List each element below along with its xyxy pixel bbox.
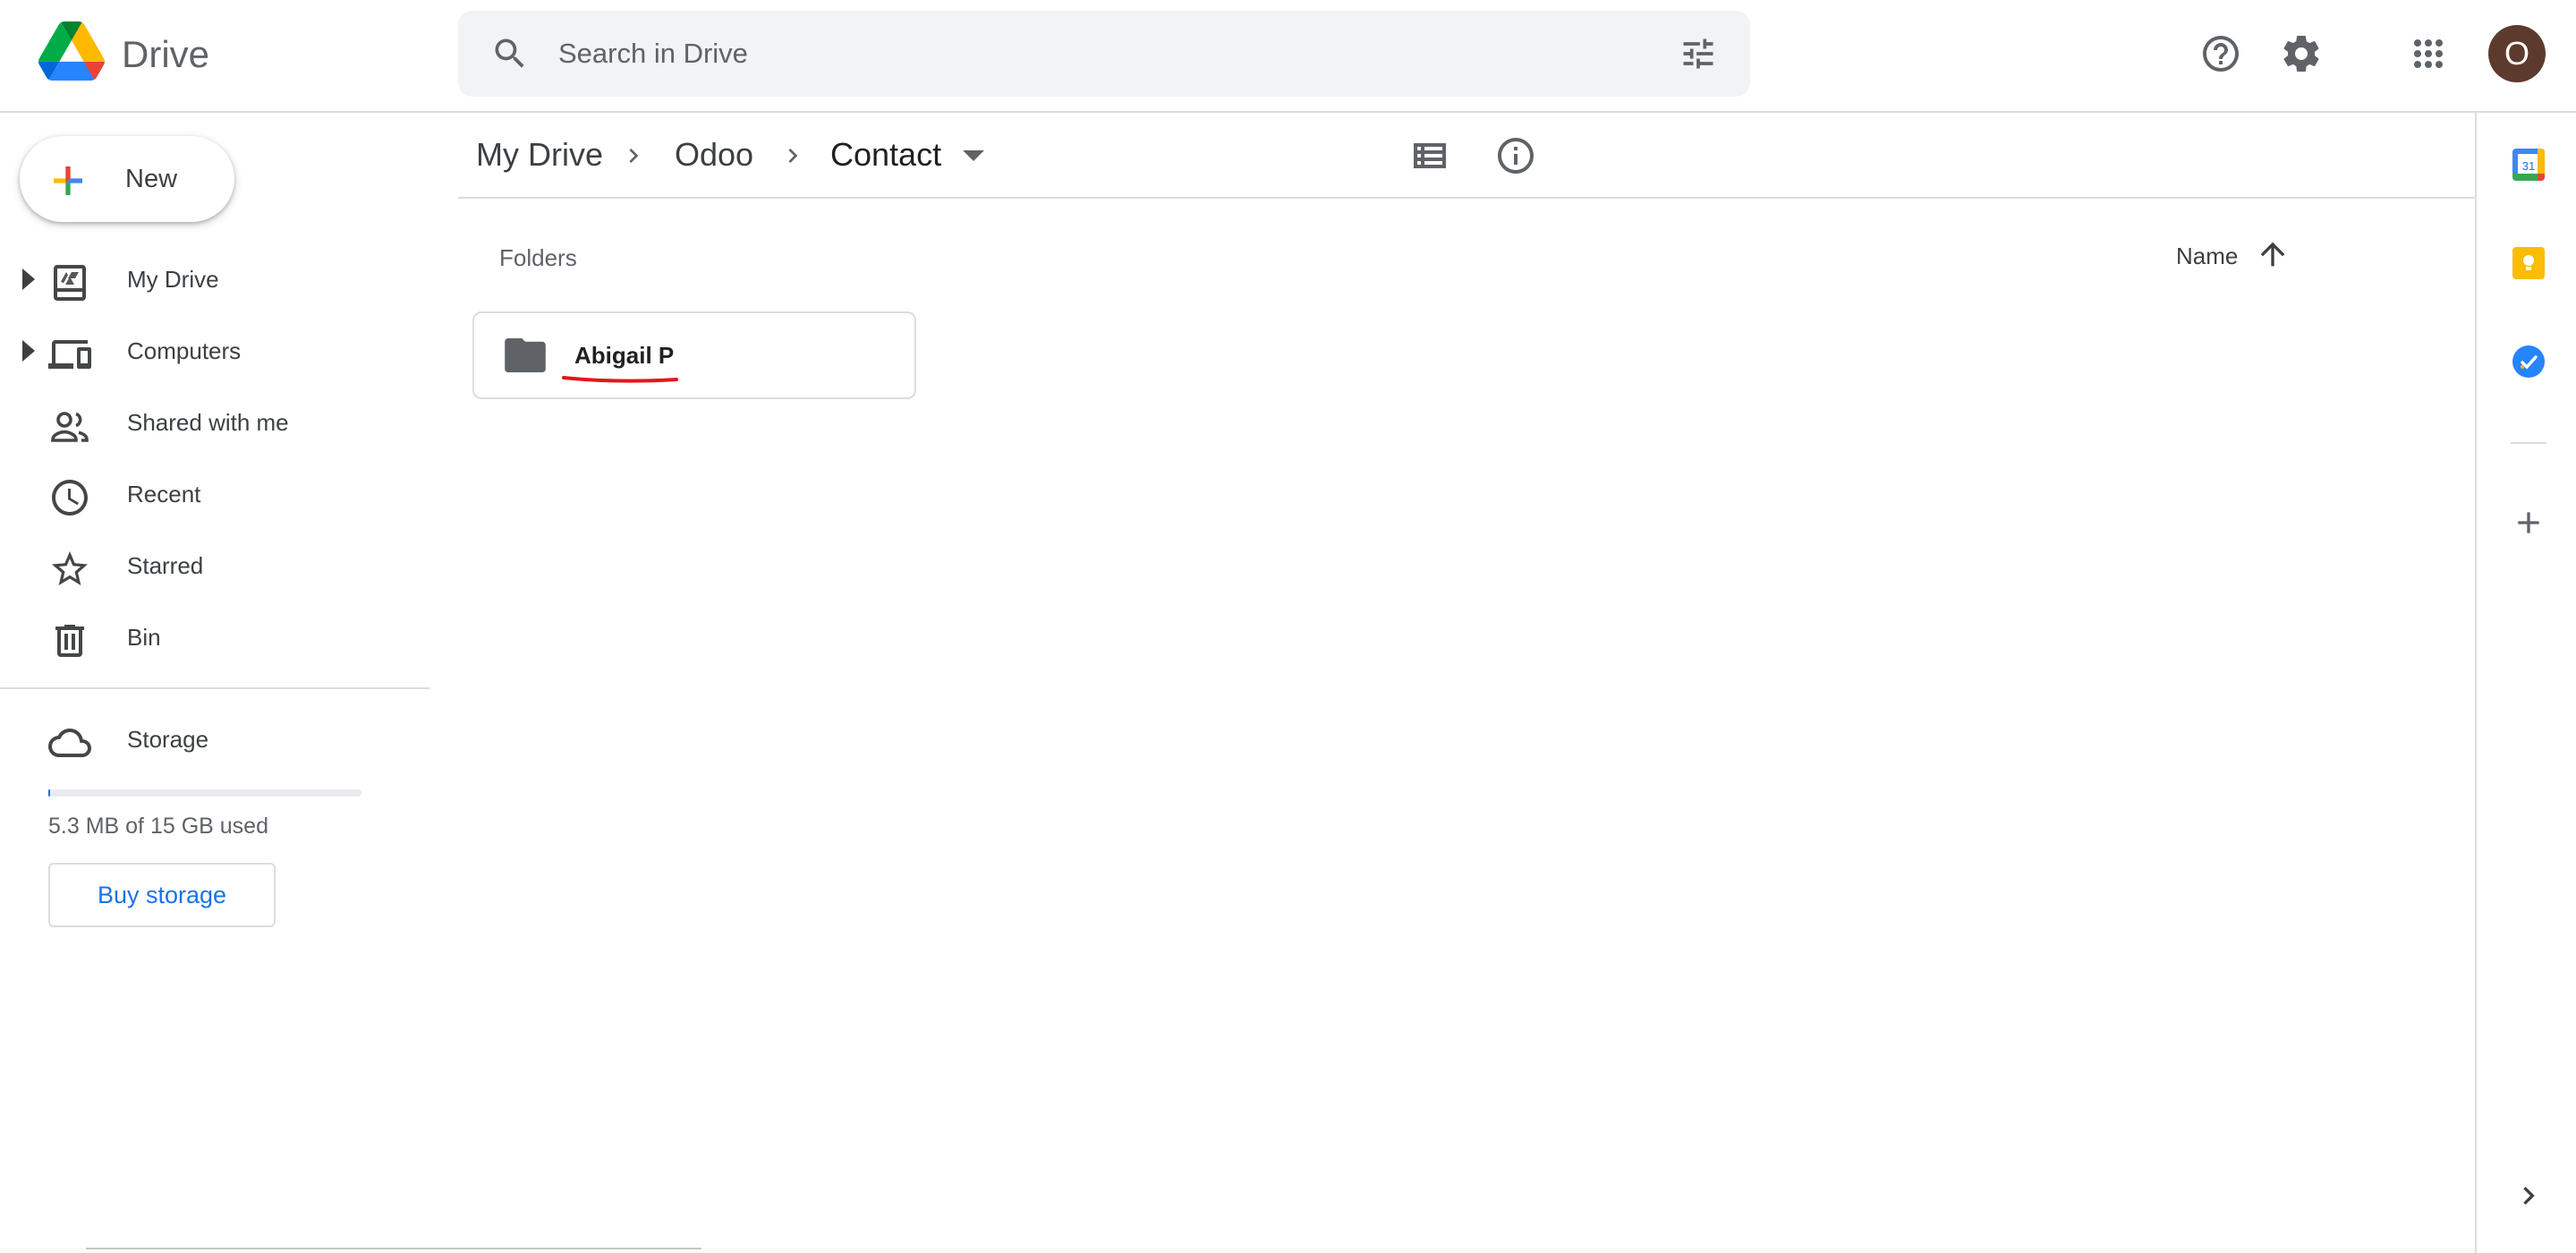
sidebar-item-recent[interactable]: Recent [0,458,429,530]
clock-icon [52,480,88,516]
sidebar-item-bin[interactable]: Bin [0,601,429,673]
add-icon[interactable] [2511,505,2546,541]
breadcrumb-item-contact[interactable]: Contact [830,134,941,175]
sidebar-item-storage[interactable]: Storage [0,703,429,775]
sidebar-item-my-drive[interactable]: My Drive [0,243,429,315]
breadcrumb-item-my-drive[interactable]: My Drive [476,134,603,175]
sidebar-item-label: Recent [127,481,201,507]
drive-app: Drive O New [0,0,2576,1253]
tune-icon[interactable] [1679,34,1718,73]
computers-icon [48,340,91,369]
section-title-folders: Folders [499,244,577,271]
annotation-underline [562,376,678,383]
main-toolbar: My Drive Odoo Contact [458,113,2475,199]
sidebar-item-starred[interactable]: Starred [0,530,429,601]
storage-usage-fill [48,789,51,797]
expand-arrow-icon[interactable] [18,267,38,292]
chevron-right-icon[interactable] [2511,1178,2546,1214]
product-name[interactable]: Drive [122,32,209,77]
svg-text:31: 31 [2522,159,2535,173]
sort-by-name[interactable]: Name [2176,242,2238,270]
search-input[interactable] [558,27,1587,81]
calendar-icon[interactable]: 31 [2511,147,2546,183]
folder-icon [505,338,546,372]
trash-icon [55,625,84,657]
new-button[interactable]: New [20,136,234,222]
sidebar-item-shared-with-me[interactable]: Shared with me [0,387,429,458]
star-icon [52,551,88,585]
new-button-label: New [125,165,178,193]
shared-icon [51,412,89,442]
account-avatar[interactable]: O [2488,25,2546,82]
sidebar-divider [0,687,429,689]
buy-storage-button[interactable]: Buy storage [48,863,276,927]
arrow-up-icon[interactable] [2255,236,2291,272]
folder-item[interactable]: Abigail P [472,311,916,399]
search-icon[interactable] [490,34,530,73]
bottom-strip [0,1248,2475,1253]
sidebar-item-label: Bin [127,624,161,651]
keep-icon[interactable] [2511,245,2546,281]
sidebar-item-label: Computers [127,337,242,364]
gear-icon[interactable] [2280,32,2323,75]
expand-arrow-icon[interactable] [18,338,38,363]
caret-down-icon[interactable] [961,147,986,165]
top-header: Drive O [0,0,2576,113]
storage-usage-text: 5.3 MB of 15 GB used [48,814,268,839]
folder-name: Abigail P [574,342,675,369]
chevron-right-icon [788,149,798,163]
sidebar-item-label: Storage [127,726,209,753]
help-icon[interactable] [2199,32,2242,75]
list-view-icon[interactable] [1408,134,1451,177]
cloud-icon [48,729,91,757]
tasks-icon[interactable] [2511,344,2546,379]
info-icon[interactable] [1494,134,1537,177]
plus-icon [54,166,82,195]
side-panel-divider [2511,442,2546,444]
sidebar-item-label: My Drive [127,266,219,293]
side-panel: 31 [2475,113,2576,1253]
apps-grid-icon[interactable] [2407,32,2450,75]
sidebar-item-label: Starred [127,552,204,579]
my-drive-icon [54,265,86,301]
storage-usage-bar [48,789,361,797]
breadcrumb-item-odoo[interactable]: Odoo [675,134,753,175]
horizontal-scrollbar[interactable] [86,1248,701,1249]
google-drive-logo[interactable] [38,21,106,81]
sidebar-item-label: Shared with me [127,409,289,436]
search-bar[interactable] [458,11,1750,97]
chevron-right-icon [629,149,639,163]
sidebar-item-computers[interactable]: Computers [0,315,429,387]
